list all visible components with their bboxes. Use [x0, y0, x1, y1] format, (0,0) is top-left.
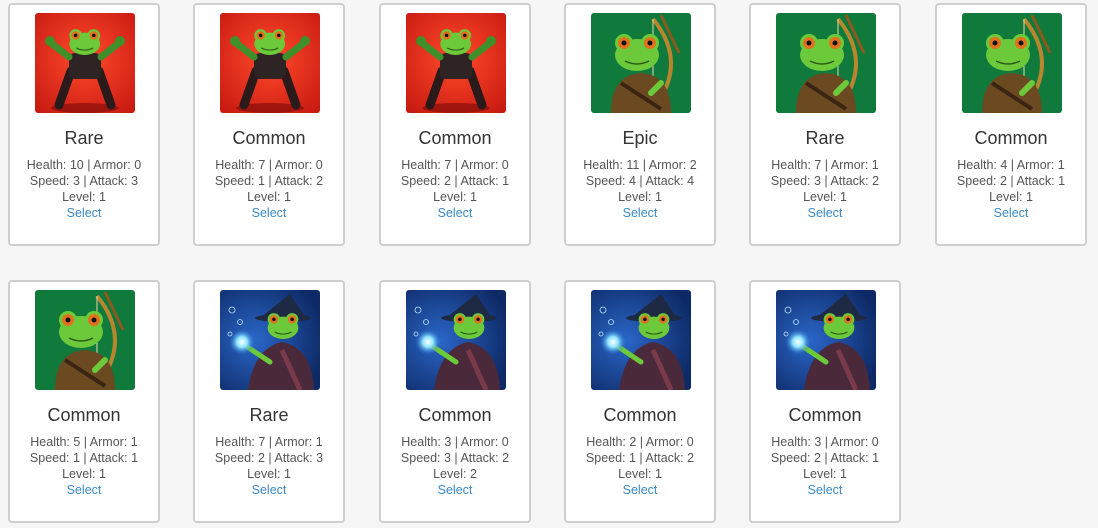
- rarity-label: Rare: [64, 128, 104, 148]
- health-armor-stat: Health: 10 | Armor: 0: [26, 158, 142, 172]
- character-card: Common Health: 4 | Armor: 1 Speed: 2 | Att…: [935, 3, 1087, 246]
- health-armor-stat: Health: 7 | Armor: 1: [771, 158, 879, 172]
- level-stat: Level: 2: [433, 467, 477, 481]
- speed-attack-stat: Speed: 2 | Attack: 1: [956, 174, 1066, 188]
- character-stats: Health: 5 | Armor: 1 Speed: 1 | Attack: 1…: [10, 434, 158, 498]
- rarity-label: Common: [418, 405, 492, 425]
- character-stats: Health: 7 | Armor: 0 Speed: 1 | Attack: 2…: [195, 157, 343, 221]
- character-card: Rare Health: 7 | Armor: 1 Speed: 3 | Attac…: [749, 3, 901, 246]
- character-card: Epic Health: 11 | Armor: 2 Speed: 4 | Atta…: [564, 3, 716, 246]
- frog-wizard-portrait: [591, 290, 691, 390]
- character-card: Rare Health: 10 | Armor: 0 Speed: 3 | Atta…: [8, 3, 160, 246]
- character-stats: Health: 7 | Armor: 1 Speed: 3 | Attack: 2…: [751, 157, 899, 221]
- character-card: Common Health: 3 | Armor: 0 Speed: 2 | Att…: [749, 280, 901, 523]
- rarity-label: Common: [974, 128, 1048, 148]
- select-link[interactable]: Select: [381, 482, 529, 498]
- rarity-label: Rare: [805, 128, 845, 148]
- health-armor-stat: Health: 7 | Armor: 1: [215, 435, 323, 449]
- health-armor-stat: Health: 3 | Armor: 0: [771, 435, 879, 449]
- character-stats: Health: 10 | Armor: 0 Speed: 3 | Attack: …: [10, 157, 158, 221]
- level-stat: Level: 1: [618, 190, 662, 204]
- speed-attack-stat: Speed: 3 | Attack: 2: [770, 174, 880, 188]
- select-link[interactable]: Select: [937, 205, 1085, 221]
- level-stat: Level: 1: [62, 467, 106, 481]
- speed-attack-stat: Speed: 2 | Attack: 1: [400, 174, 510, 188]
- speed-attack-stat: Speed: 2 | Attack: 1: [770, 451, 880, 465]
- select-link[interactable]: Select: [381, 205, 529, 221]
- rarity-label: Common: [603, 405, 677, 425]
- speed-attack-stat: Speed: 2 | Attack: 3: [214, 451, 324, 465]
- level-stat: Level: 1: [989, 190, 1033, 204]
- speed-attack-stat: Speed: 3 | Attack: 2: [400, 451, 510, 465]
- health-armor-stat: Health: 7 | Armor: 0: [215, 158, 323, 172]
- character-card: Common Health: 5 | Armor: 1 Speed: 1 | Att…: [8, 280, 160, 523]
- select-link[interactable]: Select: [566, 482, 714, 498]
- frog-archer-portrait: [776, 13, 876, 113]
- select-link[interactable]: Select: [566, 205, 714, 221]
- level-stat: Level: 1: [618, 467, 662, 481]
- select-link[interactable]: Select: [751, 205, 899, 221]
- speed-attack-stat: Speed: 4 | Attack: 4: [585, 174, 695, 188]
- speed-attack-stat: Speed: 3 | Attack: 3: [29, 174, 139, 188]
- frog-fighter-portrait: [406, 13, 506, 113]
- frog-archer-portrait: [591, 13, 691, 113]
- character-stats: Health: 3 | Armor: 0 Speed: 2 | Attack: 1…: [751, 434, 899, 498]
- level-stat: Level: 1: [247, 190, 291, 204]
- health-armor-stat: Health: 4 | Armor: 1: [957, 158, 1065, 172]
- rarity-label: Common: [788, 405, 862, 425]
- frog-wizard-portrait: [220, 290, 320, 390]
- frog-archer-portrait: [962, 13, 1062, 113]
- level-stat: Level: 1: [247, 467, 291, 481]
- rarity-label: Rare: [249, 405, 289, 425]
- rarity-label: Epic: [622, 128, 658, 148]
- level-stat: Level: 1: [433, 190, 477, 204]
- select-link[interactable]: Select: [10, 205, 158, 221]
- health-armor-stat: Health: 3 | Armor: 0: [401, 435, 509, 449]
- character-stats: Health: 7 | Armor: 0 Speed: 2 | Attack: 1…: [381, 157, 529, 221]
- frog-wizard-portrait: [776, 290, 876, 390]
- rarity-label: Common: [418, 128, 492, 148]
- level-stat: Level: 1: [803, 190, 847, 204]
- character-stats: Health: 11 | Armor: 2 Speed: 4 | Attack: …: [566, 157, 714, 221]
- level-stat: Level: 1: [803, 467, 847, 481]
- character-card: Common Health: 3 | Armor: 0 Speed: 3 | Att…: [379, 280, 531, 523]
- character-card: Common Health: 2 | Armor: 0 Speed: 1 | Att…: [564, 280, 716, 523]
- character-card: Common Health: 7 | Armor: 0 Speed: 2 | Att…: [379, 3, 531, 246]
- level-stat: Level: 1: [62, 190, 106, 204]
- rarity-label: Common: [47, 405, 121, 425]
- character-card: Common Health: 7 | Armor: 0 Speed: 1 | Att…: [193, 3, 345, 246]
- speed-attack-stat: Speed: 1 | Attack: 2: [214, 174, 324, 188]
- character-stats: Health: 3 | Armor: 0 Speed: 3 | Attack: 2…: [381, 434, 529, 498]
- rarity-label: Common: [232, 128, 306, 148]
- character-stats: Health: 2 | Armor: 0 Speed: 1 | Attack: 2…: [566, 434, 714, 498]
- health-armor-stat: Health: 2 | Armor: 0: [586, 435, 694, 449]
- frog-fighter-portrait: [220, 13, 320, 113]
- frog-wizard-portrait: [406, 290, 506, 390]
- speed-attack-stat: Speed: 1 | Attack: 1: [29, 451, 139, 465]
- health-armor-stat: Health: 7 | Armor: 0: [401, 158, 509, 172]
- character-stats: Health: 4 | Armor: 1 Speed: 2 | Attack: 1…: [937, 157, 1085, 221]
- health-armor-stat: Health: 11 | Armor: 2: [583, 158, 697, 172]
- select-link[interactable]: Select: [195, 482, 343, 498]
- character-card-grid: Rare Health: 10 | Armor: 0 Speed: 3 | Atta…: [0, 0, 1098, 528]
- character-card: Rare Health: 7 | Armor: 1 Speed: 2 | Attac…: [193, 280, 345, 523]
- select-link[interactable]: Select: [10, 482, 158, 498]
- frog-fighter-portrait: [35, 13, 135, 113]
- select-link[interactable]: Select: [195, 205, 343, 221]
- health-armor-stat: Health: 5 | Armor: 1: [30, 435, 138, 449]
- frog-archer-portrait: [35, 290, 135, 390]
- select-link[interactable]: Select: [751, 482, 899, 498]
- speed-attack-stat: Speed: 1 | Attack: 2: [585, 451, 695, 465]
- character-stats: Health: 7 | Armor: 1 Speed: 2 | Attack: 3…: [195, 434, 343, 498]
